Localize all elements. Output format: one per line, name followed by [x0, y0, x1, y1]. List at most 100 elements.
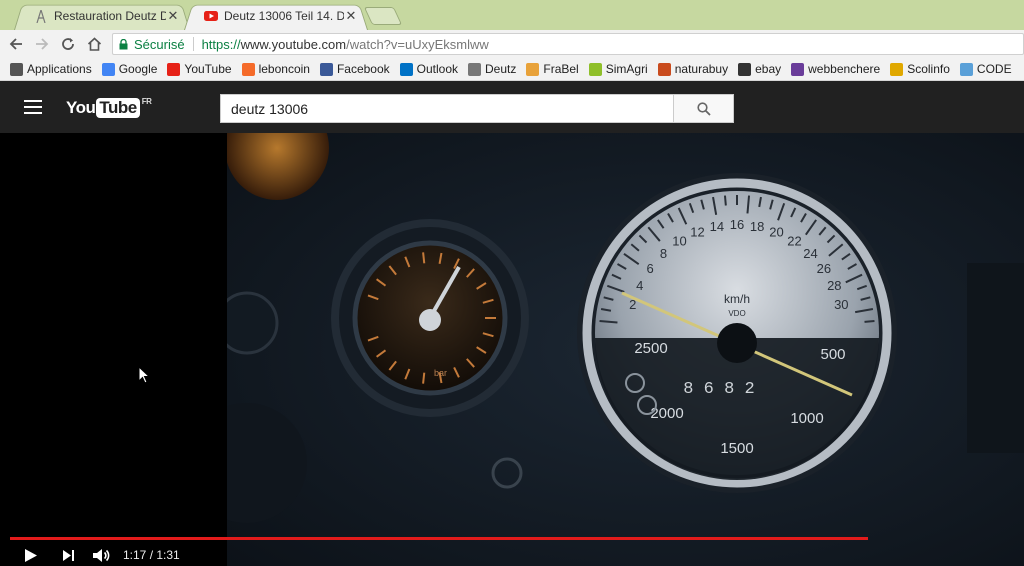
speed-label: 6: [646, 261, 653, 276]
security-indicator[interactable]: Sécurisé: [113, 37, 185, 52]
bookmark-simagri[interactable]: SimAgri: [588, 62, 648, 76]
home-button[interactable]: [84, 34, 104, 54]
bookmark-leboncoin[interactable]: leboncoin: [241, 62, 310, 76]
bookmark-deutz[interactable]: Deutz: [468, 62, 516, 76]
search-button[interactable]: [674, 94, 734, 123]
play-icon: [25, 549, 37, 562]
rpm-label: 1000: [790, 410, 823, 427]
bookmark-label: FraBel: [543, 62, 579, 76]
ebay-icon: [738, 62, 752, 76]
tower-icon: [34, 9, 48, 23]
reload-icon: [62, 38, 74, 50]
bookmark-outlook[interactable]: Outlook: [399, 62, 459, 76]
speed-label: 12: [690, 224, 704, 239]
lock-icon: [119, 38, 128, 49]
bookmark-label: CODE: [976, 62, 1012, 76]
speedometer-gauge: 24681012 14 16 18 202224262830 km/h VDO 8 6 …: [577, 173, 897, 493]
bookmark-label: ebay: [755, 62, 782, 76]
close-tab-icon[interactable]: ✕: [166, 8, 180, 24]
bookmark-google[interactable]: Google: [101, 62, 158, 76]
secure-label: Sécurisé: [134, 36, 185, 52]
bookmark-label: Outlook: [416, 62, 459, 76]
bookmark-label: Deutz: [485, 62, 517, 76]
new-tab-button[interactable]: [363, 7, 403, 25]
webbenchere-icon: [791, 62, 805, 76]
bookmark-facebook[interactable]: Facebook: [319, 62, 390, 76]
search-icon: [696, 101, 711, 116]
speed-label: 28: [827, 278, 841, 293]
back-button[interactable]: [6, 34, 26, 54]
back-arrow-icon: [9, 38, 22, 50]
play-button[interactable]: [24, 548, 38, 563]
oil-pressure-gauge: bar: [331, 219, 529, 417]
bookmarks-bar: Applications Google YouTube leboncoin Facebo…: [0, 58, 1024, 81]
home-icon: [87, 37, 101, 51]
tab-restauration-deutz[interactable]: Restauration Deutz D130 ✕: [14, 2, 190, 30]
bookmark-webbenchere[interactable]: webbenchere: [791, 62, 880, 76]
reload-button[interactable]: [58, 34, 78, 54]
time-display: 1:17 / 1:31: [123, 548, 180, 562]
leboncoin-icon: [241, 62, 255, 76]
speed-label: 10: [672, 234, 686, 249]
tab-title: Restauration Deutz D130: [54, 9, 166, 23]
bookmark-applications[interactable]: Applications: [10, 62, 92, 76]
search-input[interactable]: [220, 94, 674, 123]
speed-label: 24: [803, 246, 817, 261]
forward-button[interactable]: [32, 34, 52, 54]
speed-label: 18: [750, 219, 764, 234]
next-icon: [63, 550, 74, 561]
address-bar[interactable]: Sécurisé https://www.youtube.com/watch?v…: [112, 33, 1024, 55]
volume-button[interactable]: [92, 548, 111, 563]
bookmark-label: SimAgri: [605, 62, 648, 76]
bookmark-label: Scolinfo: [907, 62, 950, 76]
rpm-label: 1500: [720, 440, 753, 457]
address-separator: [192, 37, 194, 51]
forward-arrow-icon: [36, 38, 49, 50]
bookmark-label: Facebook: [336, 62, 390, 76]
volume-icon: [93, 549, 110, 562]
next-button[interactable]: [62, 549, 75, 562]
speed-label: 20: [769, 224, 783, 239]
close-tab-icon[interactable]: ✕: [344, 8, 358, 24]
bookmark-frabel[interactable]: FraBel: [526, 62, 579, 76]
svg-text:km/h: km/h: [724, 292, 750, 306]
speed-label: 30: [834, 297, 848, 312]
speed-label: 8: [660, 246, 667, 261]
bookmark-label: Google: [118, 62, 158, 76]
menu-icon[interactable]: [24, 100, 42, 114]
tab-title: Deutz 13006 Teil 14. Die: [224, 9, 344, 23]
speed-label: 16: [730, 217, 744, 232]
youtube-header: You Tube FR: [0, 81, 1024, 133]
bookmark-code[interactable]: CODE: [959, 62, 1012, 76]
speed-label: 22: [787, 234, 801, 249]
bookmark-label: naturabuy: [674, 62, 729, 76]
bookmark-label: YouTube: [184, 62, 232, 76]
rpm-label: 500: [820, 346, 845, 363]
video-frame[interactable]: bar 24681012 14 16 18 202224262830 km/h VDO …: [227, 133, 1024, 566]
svg-text:VDO: VDO: [728, 309, 745, 318]
rpm-label: 2500: [634, 340, 667, 357]
bookmark-label: webbenchere: [808, 62, 881, 76]
video-player[interactable]: bar 2 4 6 8 10 12 14 16 18 20 22 24 26 28 30 km/h VDO …: [0, 133, 1024, 566]
simagri-icon: [588, 62, 602, 76]
tower-icon: [468, 62, 482, 76]
svg-text:8 6 8 2: 8 6 8 2: [683, 380, 754, 399]
speed-label: 4: [636, 278, 643, 293]
tab-deutz-13006[interactable]: Deutz 13006 Teil 14. Die ✕: [184, 2, 368, 30]
youtube-icon: [167, 62, 181, 76]
scolinfo-icon: [890, 62, 904, 76]
bookmark-scolinfo[interactable]: Scolinfo: [890, 62, 950, 76]
bookmark-naturabuy[interactable]: naturabuy: [657, 62, 729, 76]
youtube-icon: [204, 9, 218, 23]
youtube-logo[interactable]: You Tube FR: [66, 97, 152, 119]
outlook-icon: [399, 62, 413, 76]
bookmark-youtube[interactable]: YouTube: [167, 62, 232, 76]
mouse-cursor-icon: [138, 366, 150, 384]
google-icon: [101, 62, 115, 76]
url-text[interactable]: https://www.youtube.com/watch?v=uUxyEksm…: [202, 37, 489, 52]
facebook-icon: [319, 62, 333, 76]
apps-grid-icon: [10, 62, 23, 76]
speed-label: 14: [710, 219, 724, 234]
bookmark-ebay[interactable]: ebay: [738, 62, 781, 76]
speed-label: 26: [817, 261, 831, 276]
